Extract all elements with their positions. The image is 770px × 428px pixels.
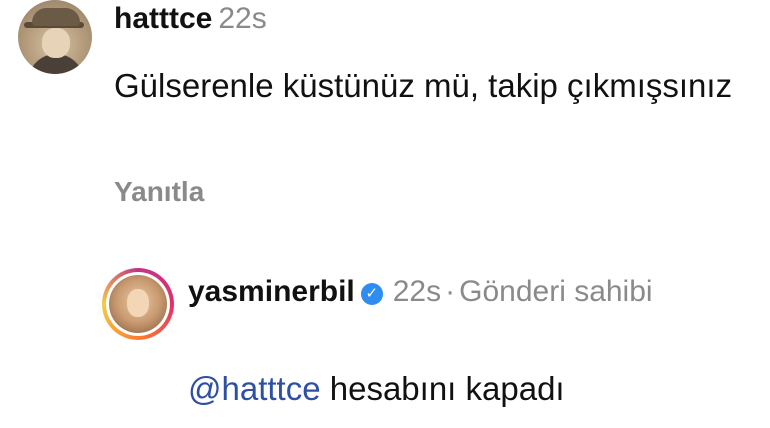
reply-text: @hatttce hesabını kapadı — [188, 370, 565, 408]
separator-dot: · — [445, 275, 456, 308]
story-ring[interactable] — [102, 268, 174, 340]
reply-header: yasminerbil ✓ 22s · Gönderi sahibi — [188, 272, 758, 312]
avatar-face — [127, 289, 149, 317]
comment-username[interactable]: hatttce — [114, 2, 212, 35]
comment-text: Gülserenle küstünüz mü, takip çıkmışsını… — [114, 67, 733, 104]
avatar-hat — [32, 8, 80, 26]
avatar-figure-face — [42, 28, 70, 58]
comment-timestamp: 22s — [218, 2, 267, 35]
comment-header: hatttce 22s — [114, 2, 267, 36]
reply-username[interactable]: yasminerbil — [188, 275, 355, 308]
verified-badge-icon: ✓ — [360, 283, 383, 305]
mention-link[interactable]: @hatttce — [188, 370, 321, 407]
avatar[interactable] — [18, 0, 92, 74]
avatar — [106, 272, 170, 336]
avatar-photo — [109, 275, 167, 333]
reply-timestamp: 22s — [392, 275, 442, 308]
owner-label: Gönderi sahibi — [459, 275, 653, 308]
reply-button[interactable]: Yanıtla — [114, 176, 204, 208]
reply-body: hesabını kapadı — [329, 370, 565, 407]
